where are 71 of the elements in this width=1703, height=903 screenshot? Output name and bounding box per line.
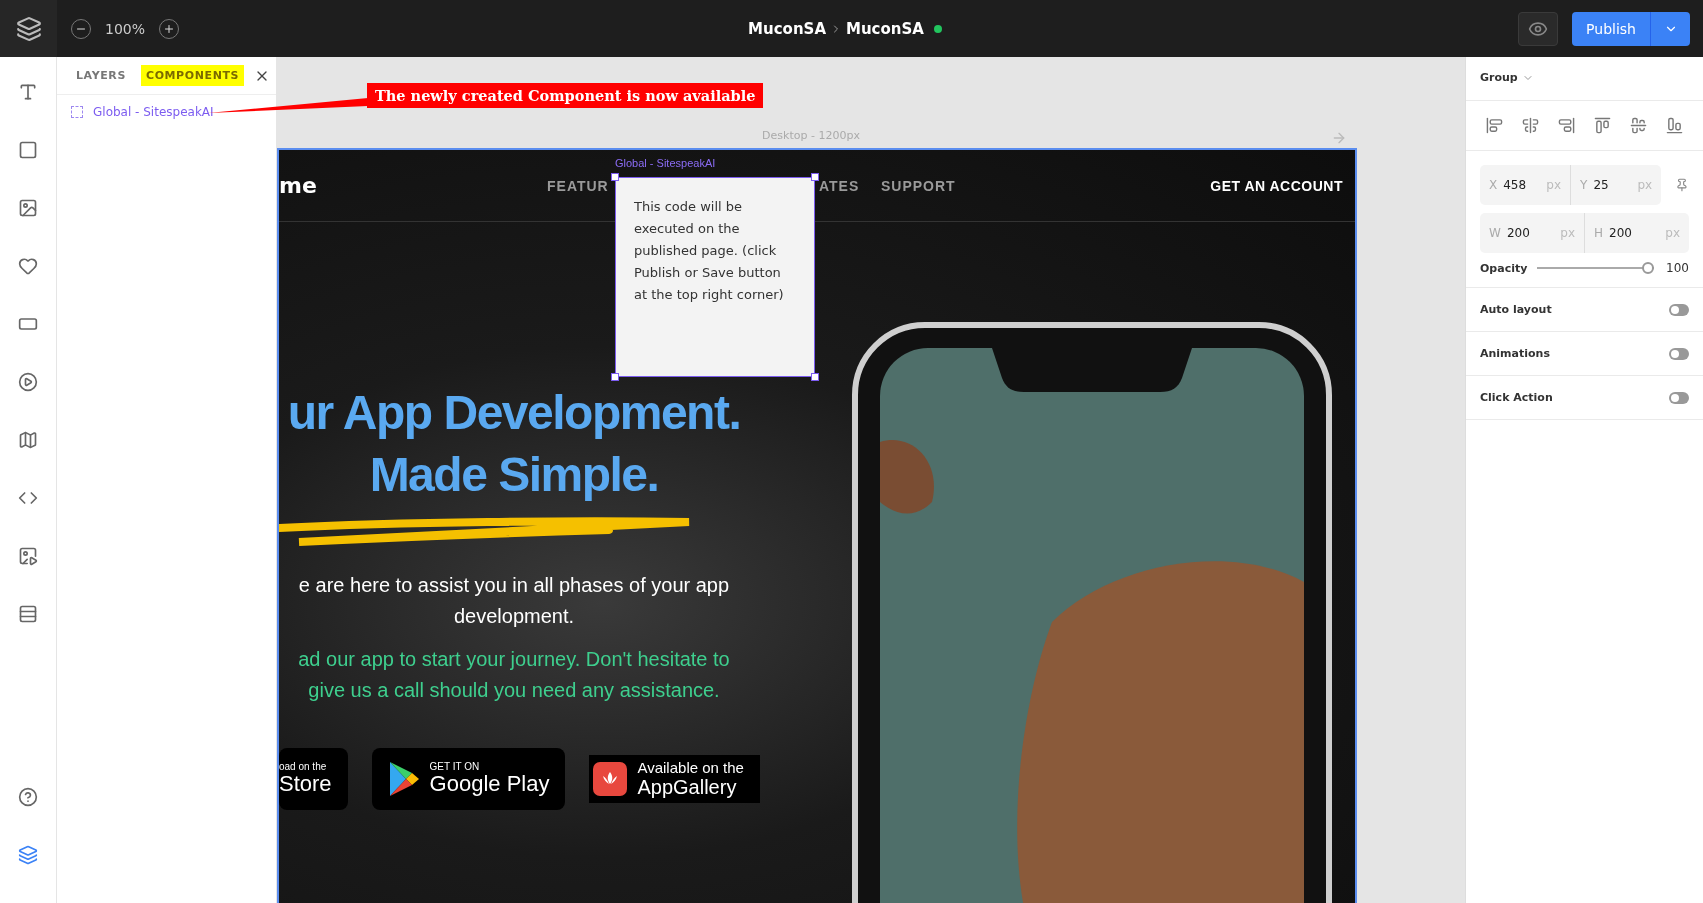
- image-icon: [18, 198, 38, 218]
- panel-tab[interactable]: COMPONENTS: [140, 65, 245, 86]
- play-triangle-icon: [387, 761, 420, 797]
- panel-tab[interactable]: LAYERS: [71, 65, 131, 86]
- resize-handle[interactable]: [611, 373, 619, 381]
- align-left-button[interactable]: [1486, 117, 1503, 134]
- opacity-value: 100: [1666, 261, 1689, 275]
- nav-link[interactable]: FEATUR: [547, 177, 609, 194]
- pin-icon[interactable]: [1675, 178, 1689, 192]
- slider-thumb[interactable]: [1642, 262, 1655, 274]
- align-top-button[interactable]: [1594, 117, 1611, 134]
- call-text: ad our app to start your journey. Don't hesitate to give us a call should you need any assistance.: [297, 647, 731, 703]
- rows-icon: [18, 604, 38, 624]
- align-left-icon: [1486, 117, 1503, 134]
- breadcrumb-item[interactable]: MuconSA: [748, 19, 826, 38]
- number-field[interactable]: H 200 px: [1584, 213, 1689, 253]
- align-middle-icon: [1630, 117, 1647, 134]
- account-link[interactable]: GET AN ACCOUNT: [1210, 177, 1343, 194]
- intro-text: e are here to assist you in all phases of your app development.: [297, 573, 731, 629]
- layers-icon: [18, 845, 38, 865]
- align-right-button[interactable]: [1558, 117, 1575, 134]
- arrow-right-icon: [1331, 130, 1347, 146]
- play-circle-icon: [18, 372, 38, 392]
- app-logo[interactable]: [0, 0, 57, 57]
- align-center-button[interactable]: [1522, 117, 1539, 134]
- layers-logo-icon: [15, 15, 42, 42]
- toggle-switch[interactable]: [1669, 347, 1689, 360]
- component-label: Global - SitespeakAI: [615, 157, 716, 169]
- type-dropdown[interactable]: Group: [1480, 71, 1534, 84]
- store-button[interactable]: GET IT ON Google Play: [371, 748, 566, 810]
- store-button[interactable]: oad on the Store: [279, 748, 348, 810]
- hero-heading: ur App Development. Made Simple.: [287, 385, 741, 503]
- frame-label: Desktop - 1200px: [762, 129, 860, 142]
- toggle-label: Auto layout: [1480, 303, 1552, 316]
- align-center-icon: [1522, 117, 1539, 134]
- preview-button[interactable]: [1518, 11, 1559, 46]
- nav-link[interactable]: ATES: [819, 177, 860, 194]
- toggle-label: Animations: [1480, 347, 1550, 360]
- align-top-icon: [1594, 117, 1611, 134]
- breadcrumb-item[interactable]: MuconSA: [846, 19, 924, 38]
- align-bottom-button[interactable]: [1666, 117, 1683, 134]
- toggle-switch[interactable]: [1669, 391, 1689, 404]
- store-button[interactable]: Available on the AppGallery: [589, 755, 760, 803]
- text-tool-icon: [18, 82, 38, 102]
- help-icon: [18, 787, 38, 807]
- site-logo: me: [279, 173, 318, 198]
- number-field[interactable]: Y 25 px: [1570, 165, 1662, 205]
- align-middle-button[interactable]: [1630, 117, 1647, 134]
- nav-link[interactable]: SUPPORT: [881, 177, 956, 194]
- flower-logo-icon: [593, 762, 628, 796]
- heart-icon: [18, 256, 38, 276]
- opacity-label: Opacity: [1480, 261, 1525, 275]
- align-bottom-icon: [1666, 117, 1683, 134]
- map-icon: [18, 430, 38, 450]
- number-field[interactable]: X 458 px: [1480, 165, 1571, 205]
- toggle-switch[interactable]: [1669, 303, 1689, 316]
- toggle-label: Click Action: [1480, 391, 1553, 404]
- annotation-callout: The newly created Component is now available: [367, 83, 764, 108]
- image-gallery-icon: [18, 546, 38, 566]
- publish-menu-button[interactable]: [1650, 11, 1690, 46]
- number-field[interactable]: W 200 px: [1480, 213, 1584, 253]
- resize-handle[interactable]: [811, 173, 819, 181]
- component-icon: [71, 106, 83, 118]
- component-text: This code will be executed on the published page. (click Publish or Save button at the top right corner): [634, 198, 785, 304]
- square-icon: [18, 140, 38, 160]
- align-right-icon: [1558, 117, 1575, 134]
- publish-button[interactable]: Publish: [1572, 11, 1650, 46]
- resize-handle[interactable]: [811, 373, 819, 381]
- plus-icon: [163, 22, 176, 35]
- resize-handle[interactable]: [611, 173, 619, 181]
- zoom-level: 100%: [105, 20, 146, 37]
